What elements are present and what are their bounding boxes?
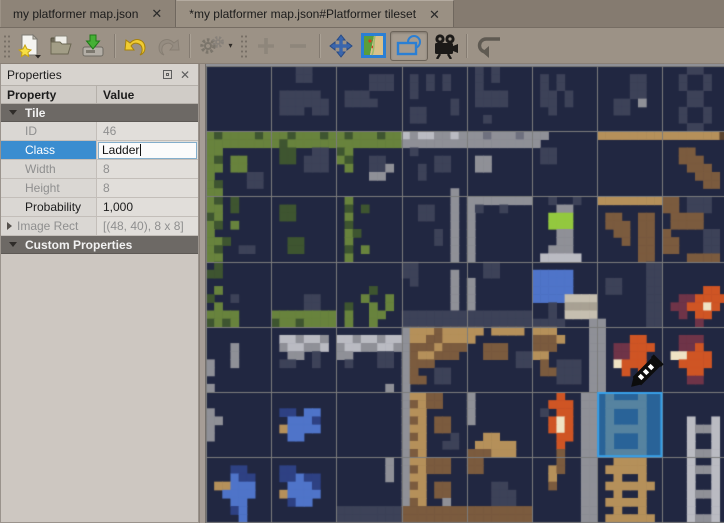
property-row-probability[interactable]: Probability 1,000 (1, 198, 198, 217)
plus-icon (255, 35, 277, 57)
return-arrow-icon (474, 34, 502, 58)
tab-label: my platformer map.json (13, 7, 138, 21)
new-file-icon (16, 33, 42, 59)
return-to-map-button[interactable] (473, 31, 503, 61)
property-value[interactable]: 8 (97, 179, 198, 197)
gears-icon (199, 33, 227, 59)
document-tab-bar: my platformer map.json ✕ *my platformer … (0, 0, 724, 28)
group-label: Custom Properties (25, 238, 132, 252)
properties-column-header: Property Value (1, 86, 198, 104)
tileset-canvas[interactable] (206, 66, 724, 523)
properties-panel: Properties ✕ Property Value Tile ID 46 C… (0, 64, 199, 523)
undo-icon (123, 33, 149, 59)
property-label: Image Rect (17, 219, 78, 233)
minus-icon (287, 35, 309, 57)
tileset-view (206, 64, 724, 523)
undo-button[interactable] (121, 31, 151, 61)
redo-button[interactable] (153, 31, 183, 61)
new-file-button[interactable] (14, 31, 44, 61)
property-label[interactable]: ID (1, 122, 97, 140)
tile-animation-editor-button[interactable] (430, 31, 460, 61)
column-header-value[interactable]: Value (97, 86, 140, 103)
collapse-triangle-icon[interactable] (9, 242, 17, 247)
execute-command-button[interactable]: ▾ (196, 31, 236, 61)
map-image-icon (361, 33, 386, 58)
property-row-height[interactable]: Height 8 (1, 179, 198, 198)
toolbar-separator (189, 34, 190, 58)
property-label-wrap[interactable]: Image Rect (1, 217, 97, 235)
dropdown-arrow-icon: ▾ (228, 41, 232, 50)
tab-close-icon[interactable]: ✕ (148, 7, 165, 20)
save-icon (80, 33, 106, 59)
toolbar-drag-handle[interactable] (240, 34, 247, 58)
property-row-class[interactable]: Class Ladder (1, 141, 198, 160)
collision-shapes-icon (395, 34, 423, 58)
save-button[interactable] (78, 31, 108, 61)
open-button[interactable] (46, 31, 76, 61)
main-toolbar: ▾ (0, 28, 724, 64)
float-panel-button[interactable] (160, 68, 174, 82)
property-value[interactable]: [(48, 40), 8 x 8] (97, 217, 198, 235)
expand-triangle-icon[interactable] (7, 222, 12, 230)
toolbar-separator (466, 34, 467, 58)
property-row-image-rect[interactable]: Image Rect [(48, 40), 8 x 8] (1, 217, 198, 236)
tab-close-icon[interactable]: ✕ (426, 8, 443, 21)
property-value[interactable]: 46 (97, 122, 198, 140)
property-label[interactable]: Width (1, 160, 97, 178)
collapse-triangle-icon[interactable] (9, 110, 17, 115)
close-panel-button[interactable]: ✕ (178, 68, 192, 82)
property-label[interactable]: Height (1, 179, 97, 197)
zoom-out-button[interactable] (283, 31, 313, 61)
class-value-input[interactable]: Ladder (98, 142, 197, 159)
class-value-text: Ladder (102, 143, 139, 157)
property-label[interactable]: Class (1, 141, 97, 159)
properties-panel-titlebar[interactable]: Properties ✕ (1, 64, 198, 86)
text-caret (140, 144, 141, 156)
group-label: Tile (25, 106, 45, 120)
group-header-custom-properties[interactable]: Custom Properties (1, 236, 198, 254)
movie-camera-icon (432, 33, 458, 59)
float-icon (163, 70, 172, 79)
move-arrows-icon (328, 33, 354, 59)
property-row-width[interactable]: Width 8 (1, 160, 198, 179)
properties-empty-area (2, 318, 197, 521)
property-value[interactable]: 1,000 (97, 198, 198, 216)
group-header-tile[interactable]: Tile (1, 104, 198, 122)
panel-splitter[interactable] (199, 64, 206, 523)
zoom-in-button[interactable] (251, 31, 281, 61)
pan-tool-button[interactable] (326, 31, 356, 61)
tab-map-document[interactable]: my platformer map.json ✕ (0, 0, 176, 27)
tab-label: *my platformer map.json#Platformer tiles… (189, 7, 416, 21)
open-folder-icon (48, 33, 74, 59)
property-value[interactable]: 8 (97, 160, 198, 178)
property-label[interactable]: Probability (1, 198, 97, 216)
tab-tileset-document[interactable]: *my platformer map.json#Platformer tiles… (176, 0, 454, 27)
toolbar-separator (114, 34, 115, 58)
column-header-property[interactable]: Property (1, 86, 97, 103)
edit-tileset-button[interactable] (358, 31, 388, 61)
tile-collision-editor-button[interactable] (390, 31, 428, 61)
properties-panel-title: Properties (7, 68, 156, 82)
toolbar-drag-handle[interactable] (3, 34, 10, 58)
redo-icon (155, 33, 181, 59)
property-row-id[interactable]: ID 46 (1, 122, 198, 141)
toolbar-separator (319, 34, 320, 58)
